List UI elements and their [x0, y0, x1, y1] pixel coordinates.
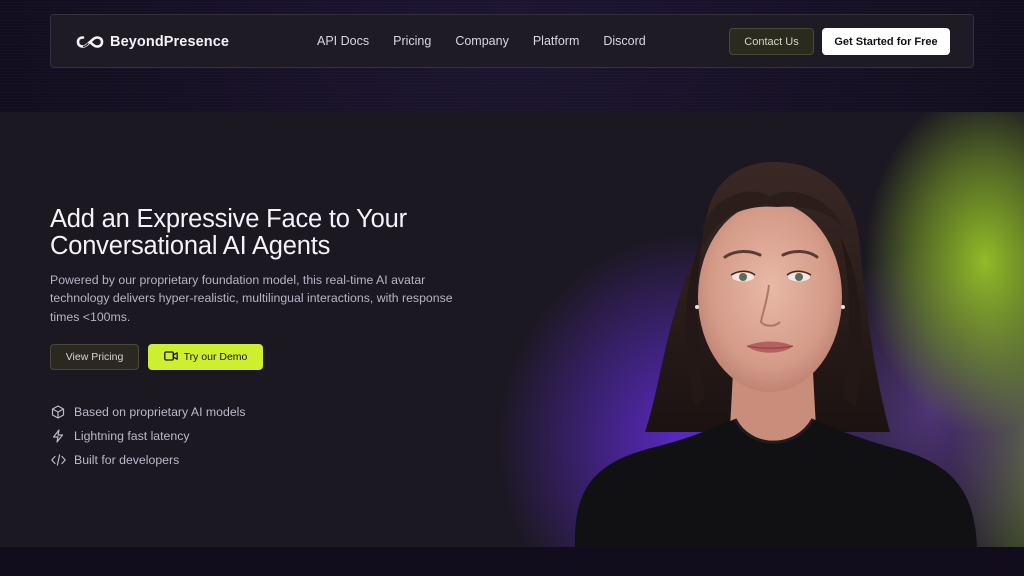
infinity-logo-icon: [75, 34, 105, 50]
cube-icon: [50, 404, 66, 420]
nav-link-discord[interactable]: Discord: [603, 34, 645, 48]
code-icon: [50, 452, 66, 468]
feature-item: Built for developers: [50, 448, 246, 472]
lightning-icon: [50, 428, 66, 444]
try-demo-label: Try our Demo: [183, 351, 248, 363]
nav-links: API Docs Pricing Company Platform Discor…: [317, 15, 670, 67]
feature-label: Built for developers: [74, 453, 180, 467]
feature-label: Lightning fast latency: [74, 429, 190, 443]
try-demo-button[interactable]: Try our Demo: [148, 344, 263, 370]
video-camera-icon: [163, 350, 184, 364]
nav-link-api-docs[interactable]: API Docs: [317, 34, 369, 48]
top-navbar: BeyondPresence API Docs Pricing Company …: [50, 14, 974, 68]
get-started-button[interactable]: Get Started for Free: [822, 28, 950, 55]
nav-link-company[interactable]: Company: [455, 34, 509, 48]
feature-list: Based on proprietary AI models Lightning…: [50, 400, 246, 472]
hero-description: Powered by our proprietary foundation mo…: [50, 273, 453, 324]
brand-logo[interactable]: BeyondPresence: [75, 32, 229, 52]
hero-title: Add an Expressive Face to Your Conversat…: [50, 205, 407, 260]
feature-label: Based on proprietary AI models: [74, 405, 246, 419]
avatar-video: [555, 157, 985, 547]
brand-name: BeyondPresence: [110, 34, 230, 50]
feature-item: Lightning fast latency: [50, 424, 246, 448]
hero-section: Add an Expressive Face to Your Conversat…: [0, 112, 1024, 547]
feature-item: Based on proprietary AI models: [50, 400, 246, 424]
contact-us-button[interactable]: Contact Us: [729, 28, 814, 55]
nav-link-pricing[interactable]: Pricing: [393, 34, 431, 48]
page-bottom-strip: [0, 547, 1024, 576]
view-pricing-button[interactable]: View Pricing: [50, 344, 139, 370]
nav-link-platform[interactable]: Platform: [533, 34, 580, 48]
